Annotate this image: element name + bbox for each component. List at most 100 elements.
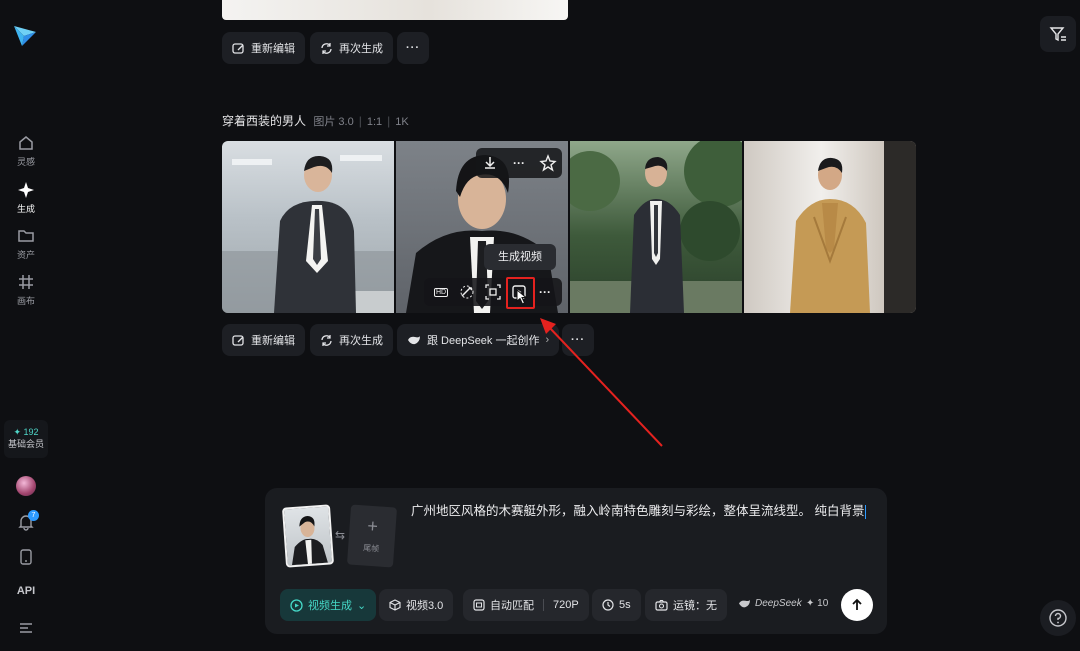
video-mode-icon [290, 598, 303, 612]
send-button[interactable] [841, 589, 873, 621]
sidebar: 灵感 生成 资产 画布 ✦ 192 基础会员 7 API [0, 0, 52, 651]
mode-select[interactable]: 视频生成 ⌄ [280, 589, 377, 621]
expand-icon[interactable] [483, 282, 503, 302]
reedit-label: 重新编辑 [251, 335, 295, 347]
avatar[interactable] [16, 476, 36, 496]
deepseek-whale-icon [739, 599, 750, 608]
menu-icon[interactable] [17, 620, 35, 636]
regenerate-label: 再次生成 [339, 43, 383, 55]
phone-icon[interactable] [17, 548, 35, 566]
more-icon: ··· [571, 334, 585, 346]
generation-header: 穿着西装的男人 图片 3.0 | 1:1 | 1K [222, 114, 409, 128]
image-toolbar-bottom: HD ··· [424, 278, 562, 306]
sidebar-item-generate[interactable]: 生成 [0, 181, 52, 215]
more-icon: ··· [406, 42, 420, 54]
camera-label: 运镜：无 [673, 600, 717, 612]
tail-frame-upload[interactable]: + 尾帧 [346, 504, 398, 568]
model-label: 视频3.0 [406, 600, 444, 612]
camera-select[interactable]: 运镜：无 [645, 589, 727, 621]
suit-man-illustration [222, 155, 394, 313]
sidebar-item-label: 画布 [16, 296, 35, 306]
sidebar-item-label: 灵感 [16, 157, 35, 167]
generate-video-tooltip: 生成视频 [484, 244, 556, 270]
logo-icon[interactable] [12, 22, 38, 48]
deepseek-create-button[interactable]: 跟 DeepSeek 一起创作 › [397, 324, 560, 356]
deepseek-toggle[interactable]: DeepSeek [738, 598, 802, 609]
home-icon [19, 136, 33, 150]
aspect-icon [473, 599, 485, 611]
image-toolbar-top: ··· [476, 148, 562, 178]
regenerate-button[interactable]: 再次生成 [310, 324, 393, 356]
clock-icon [602, 599, 614, 611]
deepseek-whale-icon [408, 336, 420, 345]
generation-type: 图片 3.0 [313, 116, 354, 128]
notification-badge: 7 [28, 510, 39, 521]
result-image-1[interactable] [222, 141, 394, 313]
more-button-previous[interactable]: ··· [397, 32, 429, 64]
sparkle-icon [18, 182, 34, 198]
chevron-down-icon: ⌄ [357, 599, 367, 612]
suit-man-gold [790, 141, 916, 313]
tail-frame-label: 尾帧 [362, 543, 380, 554]
app-root: 灵感 生成 资产 画布 ✦ 192 基础会员 7 API 重新编辑 再次生成 ·… [0, 0, 1080, 651]
regenerate-label: 再次生成 [339, 335, 383, 347]
reference-man-illustration [291, 515, 328, 566]
refresh-icon [321, 334, 332, 346]
help-button[interactable] [1040, 600, 1076, 636]
regenerate-button-previous[interactable]: 再次生成 [310, 32, 393, 64]
aspect-quality-select[interactable]: 自动匹配 720P [463, 589, 589, 621]
retouch-icon[interactable] [457, 282, 477, 302]
sidebar-item-label: 生成 [16, 204, 35, 214]
reedit-button[interactable]: 重新编辑 [222, 324, 305, 356]
aspect-label: 自动匹配 [490, 600, 534, 612]
sidebar-item-label: 资产 [16, 250, 35, 260]
quality-label: 720P [553, 599, 579, 611]
duration-label: 5s [619, 599, 631, 611]
hd-upscale-icon[interactable]: HD [431, 282, 451, 302]
credit-cost: ✦ 10 [806, 598, 829, 609]
more-icon[interactable]: ··· [535, 282, 555, 302]
more-button[interactable]: ··· [562, 324, 594, 356]
download-icon[interactable] [480, 153, 500, 173]
duration-select[interactable]: 5s [592, 589, 641, 621]
grid-icon [19, 275, 33, 289]
sidebar-item-canvas[interactable]: 画布 [0, 273, 52, 307]
membership-label: 基础会员 [7, 439, 44, 449]
result-image-3[interactable] [570, 141, 742, 313]
hd-label: HD [433, 287, 449, 297]
swap-icon[interactable]: ⇆ [335, 528, 345, 542]
star-icon[interactable] [538, 153, 558, 173]
arrow-up-icon [852, 598, 862, 610]
divider [543, 599, 544, 611]
generation-resolution: 1K [395, 116, 409, 128]
sidebar-item-inspiration[interactable]: 灵感 [0, 134, 52, 168]
mode-label: 视频生成 [308, 600, 352, 612]
reedit-button-previous[interactable]: 重新编辑 [222, 32, 305, 64]
edit-icon [232, 334, 244, 346]
chevron-right-icon: › [545, 334, 550, 346]
generation-ratio: 1:1 [366, 116, 383, 128]
model-select[interactable]: 视频3.0 [379, 589, 454, 621]
filter-button[interactable] [1040, 16, 1076, 52]
plus-icon: + [366, 515, 379, 537]
cube-icon [389, 599, 401, 611]
credits-value: ✦ 192 [13, 427, 39, 437]
text-caret [865, 504, 867, 519]
edit-icon [232, 42, 244, 54]
more-icon[interactable]: ··· [509, 153, 529, 173]
deepseek-label: DeepSeek [755, 598, 802, 609]
deepseek-cta-label: 跟 DeepSeek 一起创作 [427, 335, 540, 347]
filter-icon [1049, 27, 1066, 42]
camera-icon [655, 599, 668, 611]
prompt-input[interactable]: 广州地区风格的木赛艇外形，融入岭南特色雕刻与彩绘，整体呈流线型。 纯白背景 [411, 502, 871, 520]
sidebar-item-assets[interactable]: 资产 [0, 227, 52, 261]
result-image-4[interactable] [744, 141, 916, 313]
reedit-label: 重新编辑 [251, 43, 295, 55]
api-link[interactable]: API [0, 585, 52, 597]
prompt-text: 广州地区风格的木赛艇外形，融入岭南特色雕刻与彩绘，整体呈流线型。 纯白背景 [411, 504, 865, 518]
reference-image[interactable] [281, 504, 335, 568]
previous-image[interactable] [222, 0, 568, 20]
credits-badge[interactable]: ✦ 192 基础会员 [4, 420, 48, 458]
refresh-icon [321, 42, 332, 54]
help-icon [1049, 609, 1067, 627]
